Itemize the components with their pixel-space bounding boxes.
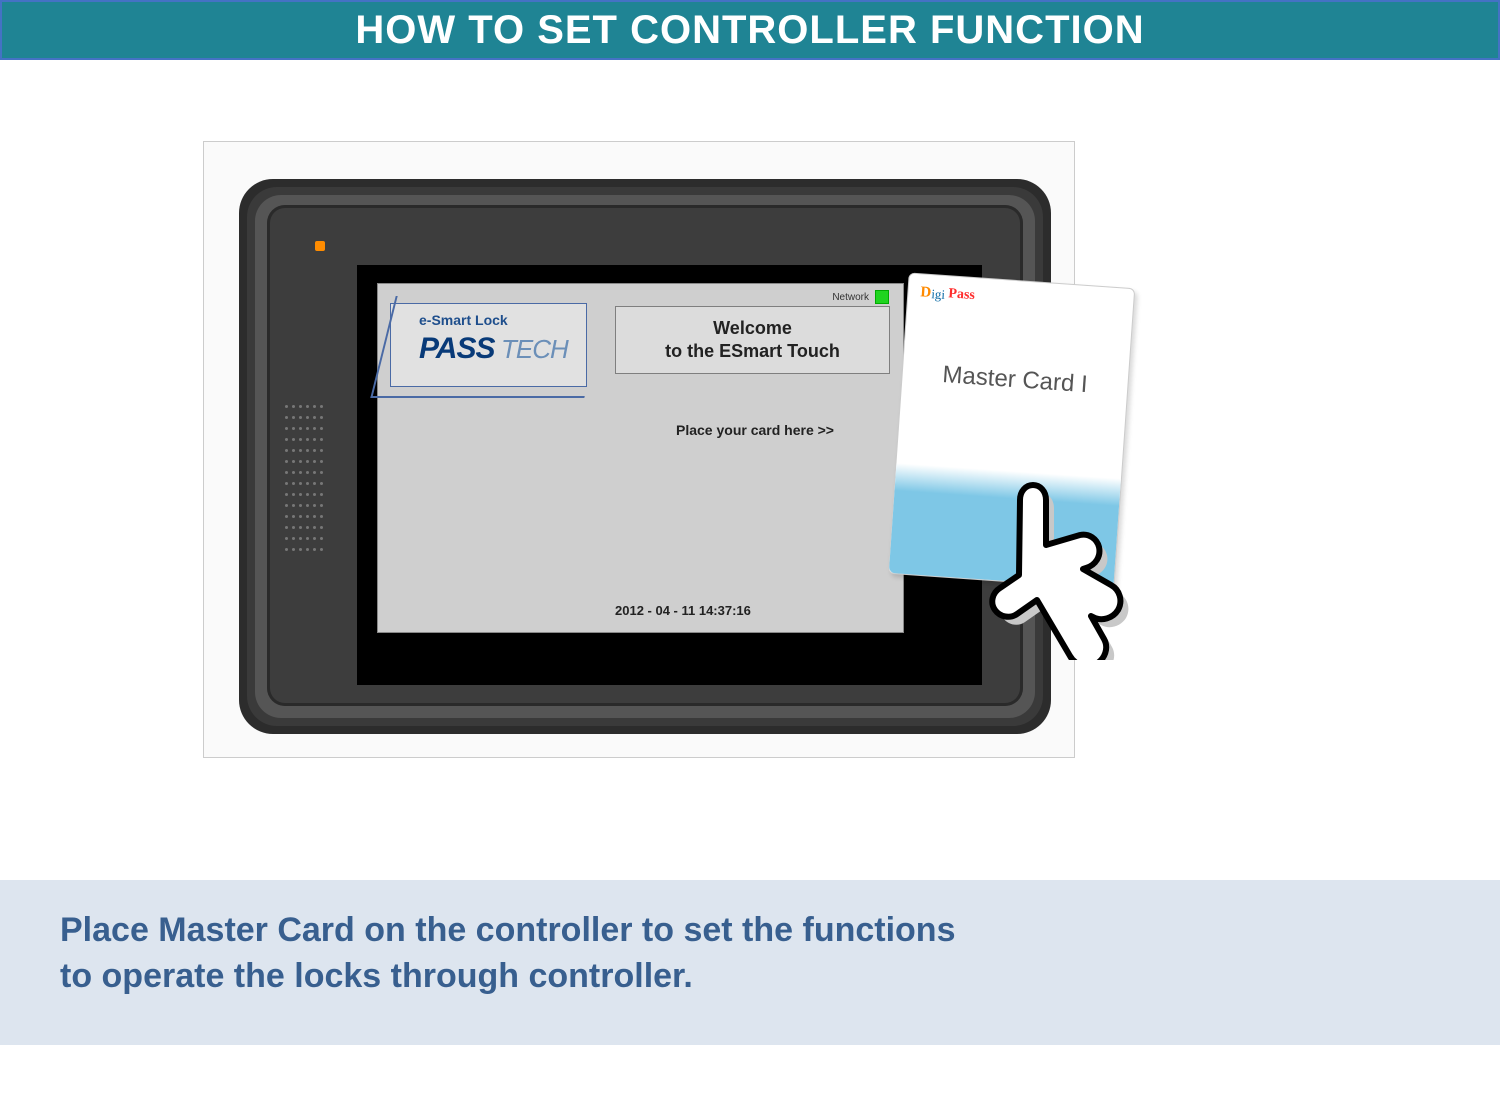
card-brand-igi: igi bbox=[931, 286, 946, 303]
place-card-prompt: Place your card here >> bbox=[615, 422, 895, 438]
status-led-icon bbox=[315, 241, 325, 251]
brand-logo-pass: PASS bbox=[419, 332, 494, 366]
network-status: Network bbox=[832, 290, 889, 304]
device-screen[interactable]: e-Smart Lock PASS TECH Network Welcome t… bbox=[377, 283, 904, 633]
card-brand-pass: Pass bbox=[948, 286, 976, 304]
welcome-panel: Welcome to the ESmart Touch bbox=[615, 306, 890, 374]
instruction-footer: Place Master Card on the controller to s… bbox=[0, 880, 1500, 1045]
hand-cursor-icon bbox=[970, 480, 1150, 660]
page-title: HOW TO SET CONTROLLER FUNCTION bbox=[355, 8, 1144, 53]
brand-logo: e-Smart Lock PASS TECH bbox=[390, 303, 587, 387]
timestamp: 2012 - 04 - 11 14:37:16 bbox=[615, 603, 751, 618]
instruction-line-1: Place Master Card on the controller to s… bbox=[60, 911, 956, 949]
welcome-line-2: to the ESmart Touch bbox=[616, 341, 889, 362]
instruction-line-2: to operate the locks through controller. bbox=[60, 957, 693, 995]
welcome-line-1: Welcome bbox=[616, 318, 889, 339]
network-label: Network bbox=[832, 292, 869, 303]
speaker-grille-icon bbox=[285, 405, 325, 560]
brand-logo-tech: TECH bbox=[501, 334, 568, 365]
title-bar: HOW TO SET CONTROLLER FUNCTION bbox=[0, 0, 1500, 60]
brand-logo-small: e-Smart Lock bbox=[419, 312, 508, 328]
network-indicator-icon bbox=[875, 290, 889, 304]
card-title: Master Card I bbox=[902, 358, 1128, 402]
